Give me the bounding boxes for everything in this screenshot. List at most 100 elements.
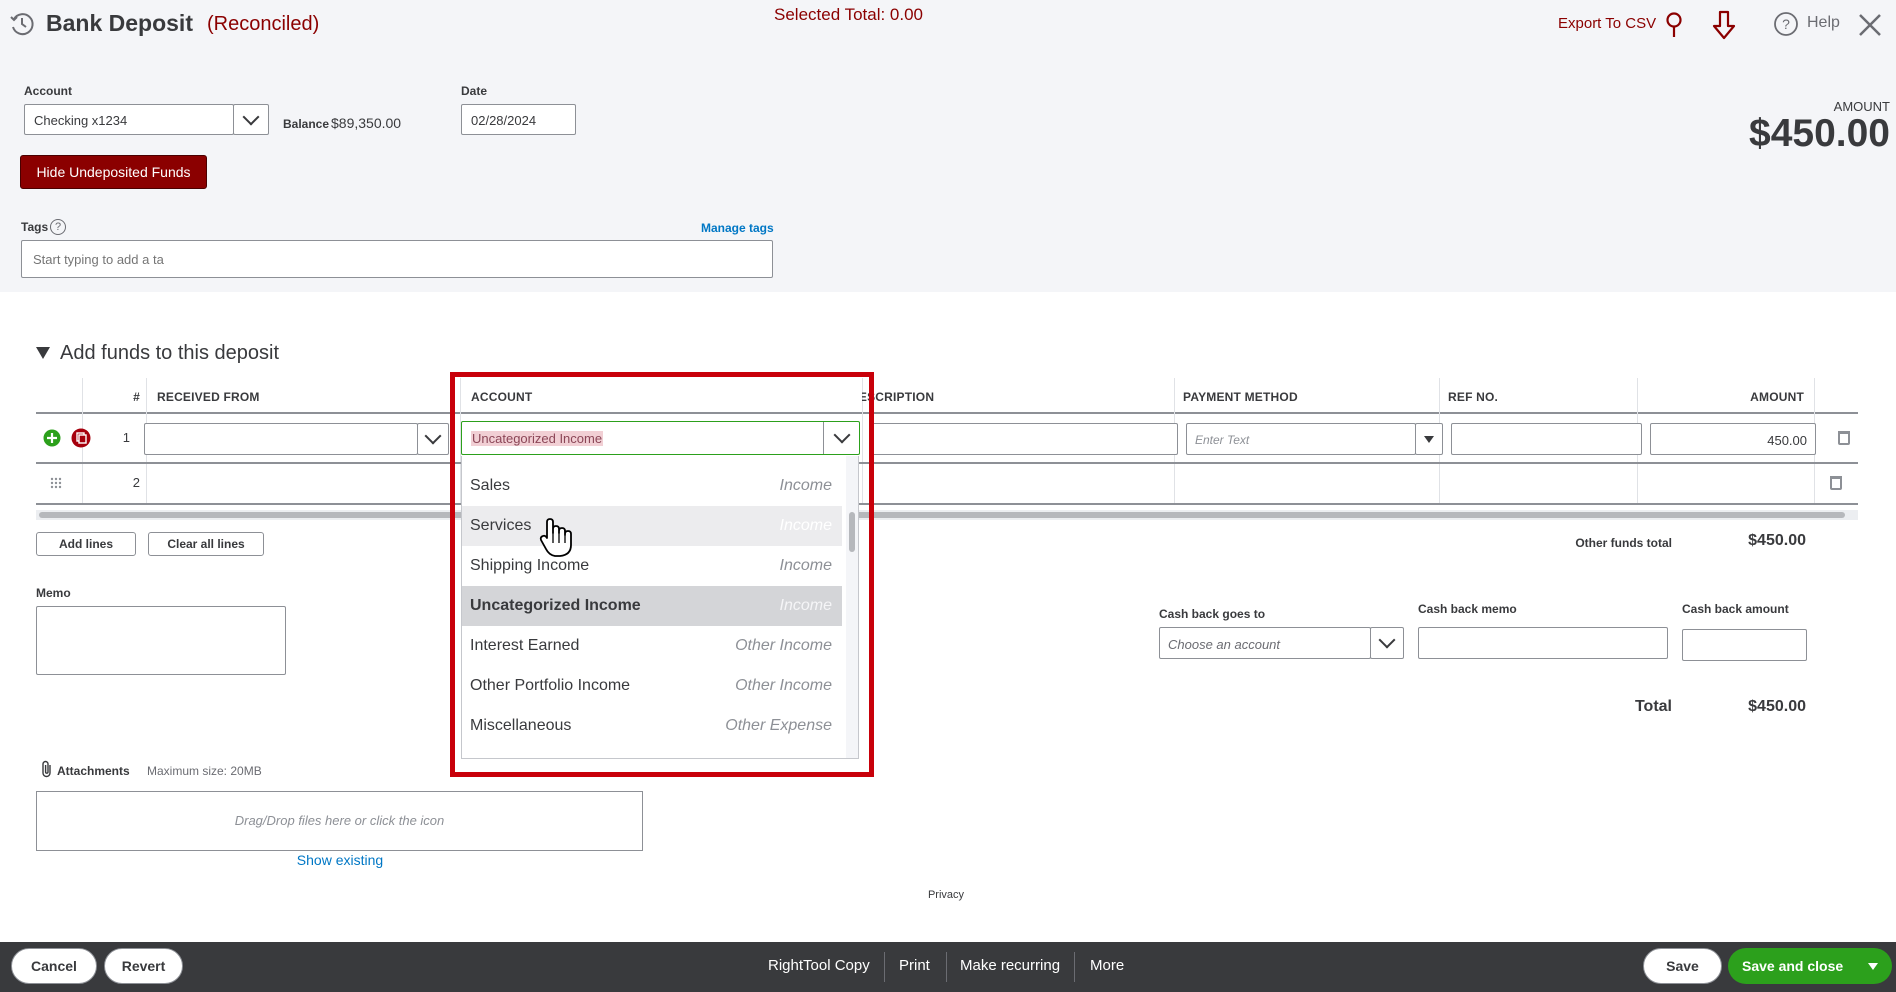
payment-method-input[interactable]: Enter Text	[1186, 423, 1416, 455]
account-select[interactable]: Checking x1234	[24, 104, 234, 135]
save-button[interactable]: Save	[1643, 948, 1722, 984]
cash-back-amount-label: Cash back amount	[1682, 602, 1789, 616]
export-csv-link[interactable]: Export To CSV	[1558, 15, 1656, 32]
cash-back-goes-to-label: Cash back goes to	[1159, 607, 1266, 621]
item-type: Other Income	[735, 637, 832, 654]
close-icon[interactable]	[1858, 13, 1882, 37]
item-type: Other Income	[735, 677, 832, 694]
account-label: Account	[24, 84, 72, 98]
total-label: Total	[1634, 698, 1672, 715]
hand-cursor-icon	[539, 518, 572, 557]
delete-row-2-icon[interactable]	[1830, 476, 1842, 490]
pin-icon[interactable]	[1663, 11, 1685, 39]
print-link[interactable]: Print	[899, 941, 930, 991]
dropdown-scrollbar-track[interactable]	[846, 456, 858, 758]
amount-input[interactable]: 450.00	[1650, 423, 1816, 455]
tags-help-icon[interactable]: ?	[50, 219, 66, 235]
chevron-down-icon	[424, 427, 442, 445]
copy-row-icon[interactable]	[71, 428, 91, 448]
footer-bar	[0, 942, 1896, 992]
memo-label: Memo	[36, 586, 71, 600]
revert-button[interactable]: Revert	[104, 948, 183, 984]
description-input[interactable]	[870, 423, 1178, 455]
col-payment-method: PAYMENT METHOD	[1183, 390, 1298, 404]
tags-input[interactable]	[21, 240, 773, 278]
dropdown-item-other-portfolio-income[interactable]: Other Portfolio Income Other Income	[462, 666, 842, 706]
cancel-button[interactable]: Cancel	[11, 948, 97, 984]
item-name: Services	[470, 517, 532, 534]
amount-total: $450.00	[1749, 112, 1890, 155]
dropdown-item-uncategorized-income[interactable]: Uncategorized Income Income	[462, 586, 842, 626]
balance-value: $89,350.00	[331, 115, 402, 131]
dropdown-scrollbar-thumb[interactable]	[849, 512, 855, 552]
col-received-from: RECEIVED FROM	[157, 390, 260, 404]
help-icon[interactable]: ?	[1773, 11, 1799, 37]
dropdown-item-shipping-income[interactable]: Shipping Income Income	[462, 546, 842, 586]
table-scrollbar-thumb[interactable]	[39, 512, 1845, 518]
cash-back-account-select[interactable]: Choose an account	[1159, 627, 1371, 659]
item-type: Income	[779, 477, 832, 494]
item-type: Income	[779, 557, 832, 574]
more-link[interactable]: More	[1090, 941, 1124, 991]
history-icon[interactable]	[9, 11, 35, 37]
item-type: Income	[779, 517, 832, 534]
other-funds-value: $450.00	[1748, 532, 1806, 549]
memo-textarea[interactable]	[36, 606, 286, 675]
col-amount: AMOUNT	[1750, 390, 1804, 404]
received-from-dropdown-button[interactable]	[417, 423, 449, 455]
clear-all-lines-button[interactable]: Clear all lines	[148, 532, 264, 556]
cash-back-dropdown-button[interactable]	[1370, 627, 1404, 659]
make-recurring-link[interactable]: Make recurring	[960, 941, 1060, 991]
item-type: Income	[779, 597, 832, 614]
delete-row-1-icon[interactable]	[1838, 431, 1850, 445]
table-scrollbar-track[interactable]	[36, 510, 1858, 520]
dropdown-item-miscellaneous[interactable]: Miscellaneous Other Expense	[462, 706, 842, 746]
ref-no-input[interactable]	[1451, 423, 1642, 455]
payment-method-dropdown[interactable]	[1415, 423, 1443, 455]
add-lines-button[interactable]: Add lines	[36, 532, 136, 556]
cash-back-amount-input[interactable]	[1682, 629, 1807, 661]
collapse-triangle-icon[interactable]	[35, 346, 51, 360]
dropdown-item-sales[interactable]: Sales Income	[462, 466, 842, 506]
item-name: Shipping Income	[470, 557, 590, 574]
hide-undeposited-funds-button[interactable]: Hide Undeposited Funds	[20, 155, 207, 189]
caret-down-icon	[1424, 436, 1434, 443]
drag-handle-icon[interactable]	[50, 477, 62, 489]
balance-label: Balance	[283, 117, 330, 131]
privacy-link[interactable]: Privacy	[900, 889, 992, 901]
tags-label: Tags	[21, 220, 49, 234]
total-value: $450.00	[1748, 698, 1806, 715]
dropdown-item-services[interactable]: Services Income	[462, 506, 842, 546]
paperclip-icon[interactable]	[40, 760, 54, 778]
show-existing-link[interactable]: Show existing	[240, 852, 440, 868]
account-dropdown-list[interactable]: Sales Income Services Income Shipping In…	[461, 456, 859, 759]
help-label[interactable]: Help	[1807, 14, 1840, 32]
add-row-icon[interactable]	[43, 429, 61, 447]
row-1-number: 1	[122, 430, 130, 445]
cash-back-memo-label: Cash back memo	[1418, 602, 1517, 616]
col-ref-no: REF NO.	[1448, 390, 1499, 404]
table-header-line	[36, 412, 1858, 414]
download-arrow-icon[interactable]	[1712, 10, 1736, 40]
save-and-close-label: Save and close	[1742, 958, 1844, 974]
item-name: Uncategorized Income	[470, 597, 641, 614]
caret-down-icon[interactable]	[1868, 963, 1878, 970]
selected-total: Selected Total: 0.00	[774, 5, 924, 24]
manage-tags-link[interactable]: Manage tags	[701, 221, 774, 235]
dropdown-item-interest-earned[interactable]: Interest Earned Other Income	[462, 626, 842, 666]
date-input[interactable]: 02/28/2024	[461, 104, 576, 135]
page-title: Bank Deposit	[46, 10, 193, 36]
col-description-clip: DESCRIPTION	[862, 388, 974, 408]
righttool-copy-link[interactable]: RightTool Copy	[768, 941, 870, 991]
chevron-down-icon[interactable]	[833, 426, 851, 444]
account-dropdown-button[interactable]	[233, 104, 269, 135]
received-from-select[interactable]	[144, 423, 418, 455]
cash-back-memo-input[interactable]	[1418, 627, 1668, 659]
account-input[interactable]: Uncategorized Income	[461, 421, 860, 455]
save-and-close-button[interactable]: Save and close	[1728, 948, 1892, 984]
other-funds-label: Other funds total	[1575, 536, 1672, 550]
account-input-text: Uncategorized Income	[471, 431, 604, 446]
attachments-dropzone[interactable]: Drag/Drop files here or click the icon	[36, 791, 643, 851]
status-reconciled: (Reconciled)	[207, 13, 320, 35]
item-type: Other Expense	[725, 717, 832, 734]
